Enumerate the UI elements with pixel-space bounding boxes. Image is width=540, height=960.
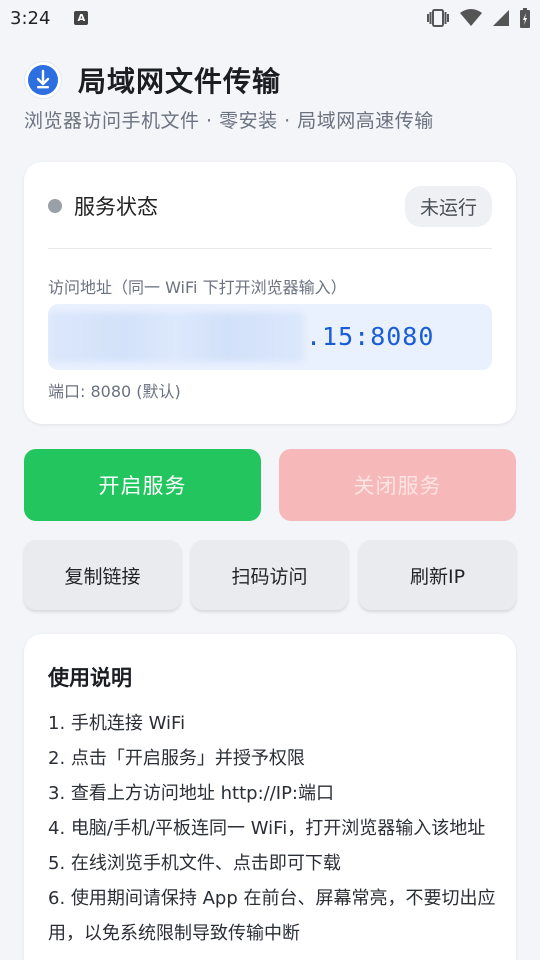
download-app-icon	[24, 61, 62, 99]
address-value[interactable]: .15:8080	[306, 304, 434, 370]
cell-signal-icon	[492, 9, 510, 27]
battery-icon	[520, 8, 530, 28]
status-icons	[426, 8, 530, 28]
refresh-ip-button[interactable]: 刷新IP	[359, 540, 516, 610]
list-item: 3. 查看上方访问地址 http://IP:端口	[48, 783, 334, 804]
wifi-icon	[460, 9, 482, 27]
list-item: 6. 使用期间请保持 App 在前台、屏幕常亮，不要切出应用，以免系统限制导致传…	[48, 888, 496, 944]
app-header: 局域网文件传输 浏览器访问手机文件 · 零安装 · 局域网高速传输	[24, 60, 516, 133]
vibrate-icon	[426, 8, 450, 28]
list-item: 2. 点击「开启服务」并授予权限	[48, 748, 305, 769]
status-time: 3:24	[10, 7, 51, 29]
service-status-label: 服务状态	[74, 195, 158, 219]
status-indicator-dot	[48, 199, 62, 213]
port-info: 端口: 8080 (默认)	[48, 382, 181, 401]
instructions-title: 使用说明	[48, 666, 132, 690]
instructions-card: 使用说明 1. 手机连接 WiFi 2. 点击「开启服务」并授予权限 3. 查看…	[24, 634, 516, 960]
status-bar: 3:24 A	[0, 0, 540, 36]
copy-link-button[interactable]: 复制链接	[24, 540, 181, 610]
list-item: 1. 手机连接 WiFi	[48, 713, 186, 734]
notification-a-icon: A	[74, 11, 89, 25]
address-redacted-blur	[48, 312, 304, 362]
divider	[48, 248, 492, 249]
list-item: 4. 电脑/手机/平板连同一 WiFi，打开浏览器输入该地址	[48, 818, 486, 839]
page-title: 局域网文件传输	[78, 65, 282, 98]
address-box[interactable]: .15:8080	[48, 304, 492, 370]
instructions-list: 1. 手机连接 WiFi 2. 点击「开启服务」并授予权限 3. 查看上方访问地…	[48, 706, 498, 951]
service-status-card: 服务状态 未运行 访问地址（同一 WiFi 下打开浏览器输入） .15:8080…	[24, 162, 516, 424]
list-item: 5. 在线浏览手机文件、点击即可下载	[48, 853, 341, 874]
stop-service-button[interactable]: 关闭服务	[279, 449, 516, 521]
page-subtitle: 浏览器访问手机文件 · 零安装 · 局域网高速传输	[24, 110, 434, 132]
start-service-button[interactable]: 开启服务	[24, 449, 261, 521]
address-label: 访问地址（同一 WiFi 下打开浏览器输入）	[48, 278, 347, 297]
status-badge: 未运行	[404, 185, 492, 227]
scan-qr-button[interactable]: 扫码访问	[191, 540, 348, 610]
